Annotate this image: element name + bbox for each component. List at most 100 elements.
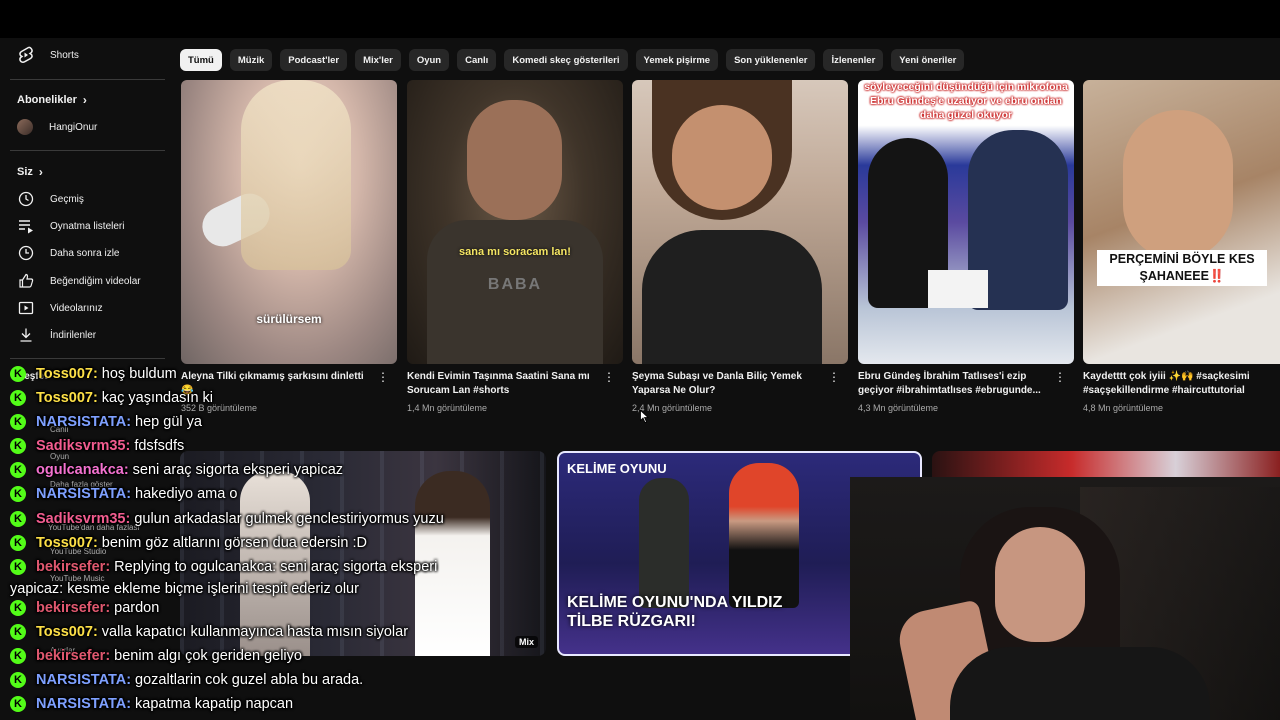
kick-badge-icon: K [10,511,26,527]
sidebar-item-label: İndirilenler [50,329,97,341]
sidebar-item-label: Videolarınız [50,302,103,314]
more-options-icon[interactable]: ⋮ [828,371,840,383]
chat-text: gulun arkadaslar gulmek genclestiriyormu… [134,511,444,527]
sidebar-item-history[interactable]: Geçmiş [0,185,166,213]
chat-text: benim algı çok geriden geliyo [114,648,302,664]
your-videos-icon [17,299,35,317]
short-thumbnail[interactable]: söyleyeceğini düşündüğü için mikrofona E… [858,80,1074,364]
chat-message: K Toss007: valla kapatıcı kullanmayınca ha… [10,620,408,644]
divider [10,150,165,151]
short-card[interactable]: PERÇEMİNİ BÖYLE KES ŞAHANEEE‼️ Kaydetttt… [1083,80,1280,413]
short-card[interactable]: söyleyeceğini düşündüğü için mikrofona E… [858,80,1074,413]
chip-music[interactable]: Müzik [229,49,273,71]
webcam-overlay [850,477,1280,720]
kick-badge-icon: K [10,648,26,664]
chat-username: ogulcanakca: [36,462,129,478]
short-title[interactable]: Kendi Evimin Taşınma Saatini Sana mı Sor… [407,370,597,398]
chat-message: Kbekirsefer: pardon [10,596,159,620]
chat-text: hep gül ya [135,414,202,430]
chat-message: Kbekirsefer: Replying to ogulcanakca: sen… [10,555,437,579]
kick-badge-icon: K [10,624,26,640]
chat-text: seni araç sigorta eksperi yapicaz [132,462,344,478]
sidebar-item-your-videos[interactable]: Videolarınız [0,294,166,322]
chip-comedy[interactable]: Komedi skeç gösterileri [504,49,628,71]
person-shape [639,478,689,608]
thumbs-up-icon [17,272,35,290]
chip-recently-uploaded[interactable]: Son yüklenenler [726,49,816,71]
face-shape [1123,110,1233,260]
kick-badge-icon: K [10,366,26,382]
sidebar-item-label: Beğendiğim videolar [50,275,141,287]
chat-text: kapatma kapatip napcan [135,696,294,712]
face-shape [995,527,1085,642]
chat-text: pardon [114,600,160,616]
chat-username: NARSISTATA: [36,486,132,502]
sidebar-item-watch-later[interactable]: Daha sonra izle [0,239,166,267]
sidebar-item-playlists[interactable]: Oynatma listeleri [0,212,166,240]
hair-shape [241,80,351,270]
chat-message: Kbekirsefer: benim algı çok geriden geliy… [10,644,302,668]
chip-cooking[interactable]: Yemek pişirme [635,49,719,71]
short-thumbnail[interactable] [632,80,848,364]
sidebar-item-label: Daha sonra izle [50,247,120,259]
short-title[interactable]: Ebru Gündeş İbrahim Tatlıses'i ezip geçi… [858,370,1048,398]
chat-text: gozaltlarin cok guzel abla bu arada. [135,672,364,688]
short-caption: sana mı soracam lan! [459,246,571,258]
shorts-icon [17,46,35,64]
more-options-icon[interactable]: ⋮ [603,371,615,383]
face-shape [672,105,772,210]
chip-all[interactable]: Tümü [180,49,222,71]
subscriptions-heading[interactable]: Abonelikler › [17,93,87,107]
sidebar-item-shorts[interactable]: Shorts [0,41,166,69]
show-title-tag: KELİME OYUNU [567,461,667,476]
chat-username: Sadiksvrm35: [36,511,131,527]
short-card[interactable]: Şeyma Subaşı ve Danla Biliç Yemek Yapars… [632,80,848,413]
chat-message: K Toss007: hoş buldum [10,362,177,386]
you-heading[interactable]: Siz › [17,165,43,179]
kick-badge-icon: K [10,535,26,551]
sidebar-item-channel[interactable]: HangiOnur [0,113,166,141]
kick-badge-icon: K [10,414,26,430]
chip-live[interactable]: Canlı [457,49,497,71]
short-views: 4,3 Mn görüntüleme [858,403,939,413]
sidebar-item-label: Shorts [50,49,79,61]
short-card[interactable]: sürülürsem Aleyna Tilki çıkmamış şarkısı… [181,80,397,413]
kick-badge-icon: K [10,462,26,478]
short-thumbnail[interactable]: PERÇEMİNİ BÖYLE KES ŞAHANEEE‼️ [1083,80,1280,364]
chevron-right-icon: › [82,93,87,107]
chip-new-to-you[interactable]: Yeni öneriler [891,49,965,71]
short-caption: söyleyeceğini düşündüğü için mikrofona E… [864,81,1068,121]
divider [10,79,165,80]
short-caption: sürülürsem [256,312,322,326]
chat-username: NARSISTATA: [36,696,132,712]
short-title[interactable]: Şeyma Subaşı ve Danla Biliç Yemek Yapars… [632,370,822,398]
download-icon [17,326,35,344]
short-title[interactable]: Kaydetttt çok iyiii ✨🙌 #saçkesimi #saçşe… [1083,370,1268,398]
short-thumbnail[interactable]: sana mı soracam lan! BABA [407,80,623,364]
shirt-shape [950,647,1210,720]
chat-text: fdsfsdfs [134,438,185,454]
chip-podcasts[interactable]: Podcast'ler [280,49,348,71]
mix-badge: Mix [514,636,538,648]
sidebar-item-downloads[interactable]: İndirilenler [0,321,166,349]
chip-mixes[interactable]: Mix'ler [355,49,401,71]
chat-username: bekirsefer: [36,600,111,616]
chat-text: hakediyo ama o [135,486,238,502]
avatar [17,119,33,135]
mouse-cursor-icon [640,410,649,423]
face-shape [467,100,562,220]
more-options-icon[interactable]: ⋮ [1054,371,1066,383]
chat-text: Replying to ogulcanakca: seni araç sigor… [114,559,438,575]
chip-watched[interactable]: İzlenenler [823,49,884,71]
sidebar-item-liked[interactable]: Beğendiğim videolar [0,267,166,295]
sidebar-item-label: Oynatma listeleri [50,220,125,232]
chip-gaming[interactable]: Oyun [408,49,450,71]
short-thumbnail[interactable]: sürülürsem [181,80,397,364]
kick-badge-icon: K [10,600,26,616]
chat-username: Toss007: [36,624,98,640]
short-views: 1,4 Mn görüntüleme [407,403,488,413]
chat-text: valla kapatıcı kullanmayınca hasta mısın… [101,624,409,640]
short-card[interactable]: sana mı soracam lan! BABA Kendi Evimin T… [407,80,623,413]
watermark-logo: BABA [487,276,543,293]
more-options-icon[interactable]: ⋮ [377,371,389,383]
